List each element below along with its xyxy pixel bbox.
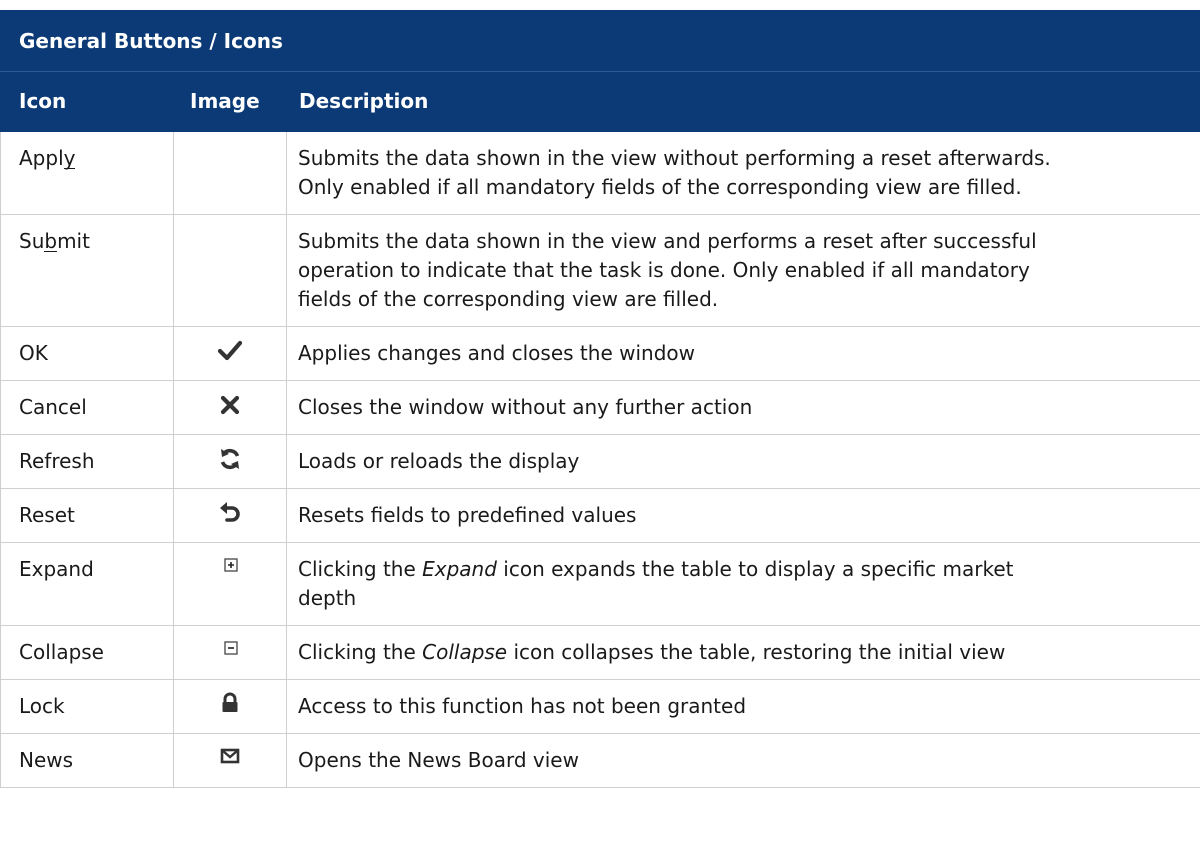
mnemonic-letter: y — [63, 146, 76, 170]
description-emphasis: Expand — [422, 557, 497, 581]
row-image — [173, 434, 287, 489]
name-text: Appl — [19, 146, 64, 170]
table-title: General Buttons / Icons — [0, 10, 1200, 72]
name-text: mit — [57, 229, 90, 253]
row-description: Loads or reloads the display — [285, 434, 1200, 489]
checkmark-icon — [216, 337, 244, 365]
table-row: News Opens the News Board view — [0, 733, 1200, 788]
refresh-icon — [216, 445, 244, 473]
description-line: Submits the data shown in the view and p… — [298, 229, 1037, 253]
expand-icon — [216, 553, 244, 581]
row-description: Opens the News Board view — [285, 733, 1200, 788]
row-image — [173, 214, 287, 327]
table-header-row: Icon Image Description — [0, 71, 1200, 132]
table-row: Cancel Closes the window without any fur… — [0, 380, 1200, 435]
row-image — [173, 131, 287, 215]
description-line: fields of the corresponding view are fil… — [298, 287, 719, 311]
name-text: Su — [19, 229, 45, 253]
row-description: Access to this function has not been gra… — [285, 679, 1200, 734]
row-description: Clicking the Collapse icon collapses the… — [285, 625, 1200, 680]
lock-icon — [216, 690, 244, 718]
row-image — [173, 380, 287, 435]
row-name: Refresh — [0, 434, 174, 489]
table-row: Apply Submits the data shown in the view… — [0, 131, 1200, 215]
row-name: Expand — [0, 542, 174, 626]
row-image — [173, 679, 287, 734]
table-row: Refresh Loads or reloads the display — [0, 434, 1200, 489]
row-name: Collapse — [0, 625, 174, 680]
row-description: Applies changes and closes the window — [285, 326, 1200, 381]
row-image — [173, 542, 287, 626]
table-row: OK Applies changes and closes the window — [0, 326, 1200, 381]
row-image — [173, 326, 287, 381]
header-icon: Icon — [0, 71, 174, 132]
collapse-icon — [216, 636, 244, 664]
row-name: Lock — [0, 679, 174, 734]
row-name: Reset — [0, 488, 174, 543]
row-description: Clicking the Expand icon expands the tab… — [285, 542, 1200, 626]
header-image: Image — [173, 71, 287, 132]
description-text: Clicking the — [298, 640, 423, 664]
description-line: Submits the data shown in the view witho… — [298, 146, 1051, 170]
row-image — [173, 625, 287, 680]
close-icon — [216, 391, 244, 419]
description-text: icon expands the table to display a spec… — [496, 557, 1014, 581]
table-row: Reset Resets fields to predefined values — [0, 488, 1200, 543]
row-name: OK — [0, 326, 174, 381]
table-row: Expand Clicking the Expand icon expands … — [0, 542, 1200, 626]
row-name: Cancel — [0, 380, 174, 435]
mnemonic-letter: b — [44, 229, 58, 253]
row-description: Submits the data shown in the view witho… — [285, 131, 1200, 215]
row-description: Submits the data shown in the view and p… — [285, 214, 1200, 327]
description-line: Only enabled if all mandatory fields of … — [298, 175, 1022, 199]
table-title-row: General Buttons / Icons — [0, 10, 1200, 72]
description-text: icon collapses the table, restoring the … — [507, 640, 1006, 664]
description-line: depth — [298, 586, 357, 610]
row-description: Closes the window without any further ac… — [285, 380, 1200, 435]
description-emphasis: Collapse — [422, 640, 508, 664]
row-name: News — [0, 733, 174, 788]
buttons-icons-table: General Buttons / Icons Icon Image Descr… — [0, 10, 1200, 788]
reset-icon — [216, 499, 244, 527]
description-text: Clicking the — [298, 557, 423, 581]
row-description: Resets fields to predefined values — [285, 488, 1200, 543]
row-name: Apply — [0, 131, 174, 215]
row-image — [173, 488, 287, 543]
table-row: Collapse Clicking the Collapse icon coll… — [0, 625, 1200, 680]
table-row: Submit Submits the data shown in the vie… — [0, 214, 1200, 327]
table-row: Lock Access to this function has not bee… — [0, 679, 1200, 734]
description-line: operation to indicate that the task is d… — [298, 258, 1030, 282]
row-image — [173, 733, 287, 788]
envelope-icon — [216, 744, 244, 772]
header-description: Description — [285, 71, 1200, 132]
row-name: Submit — [0, 214, 174, 327]
